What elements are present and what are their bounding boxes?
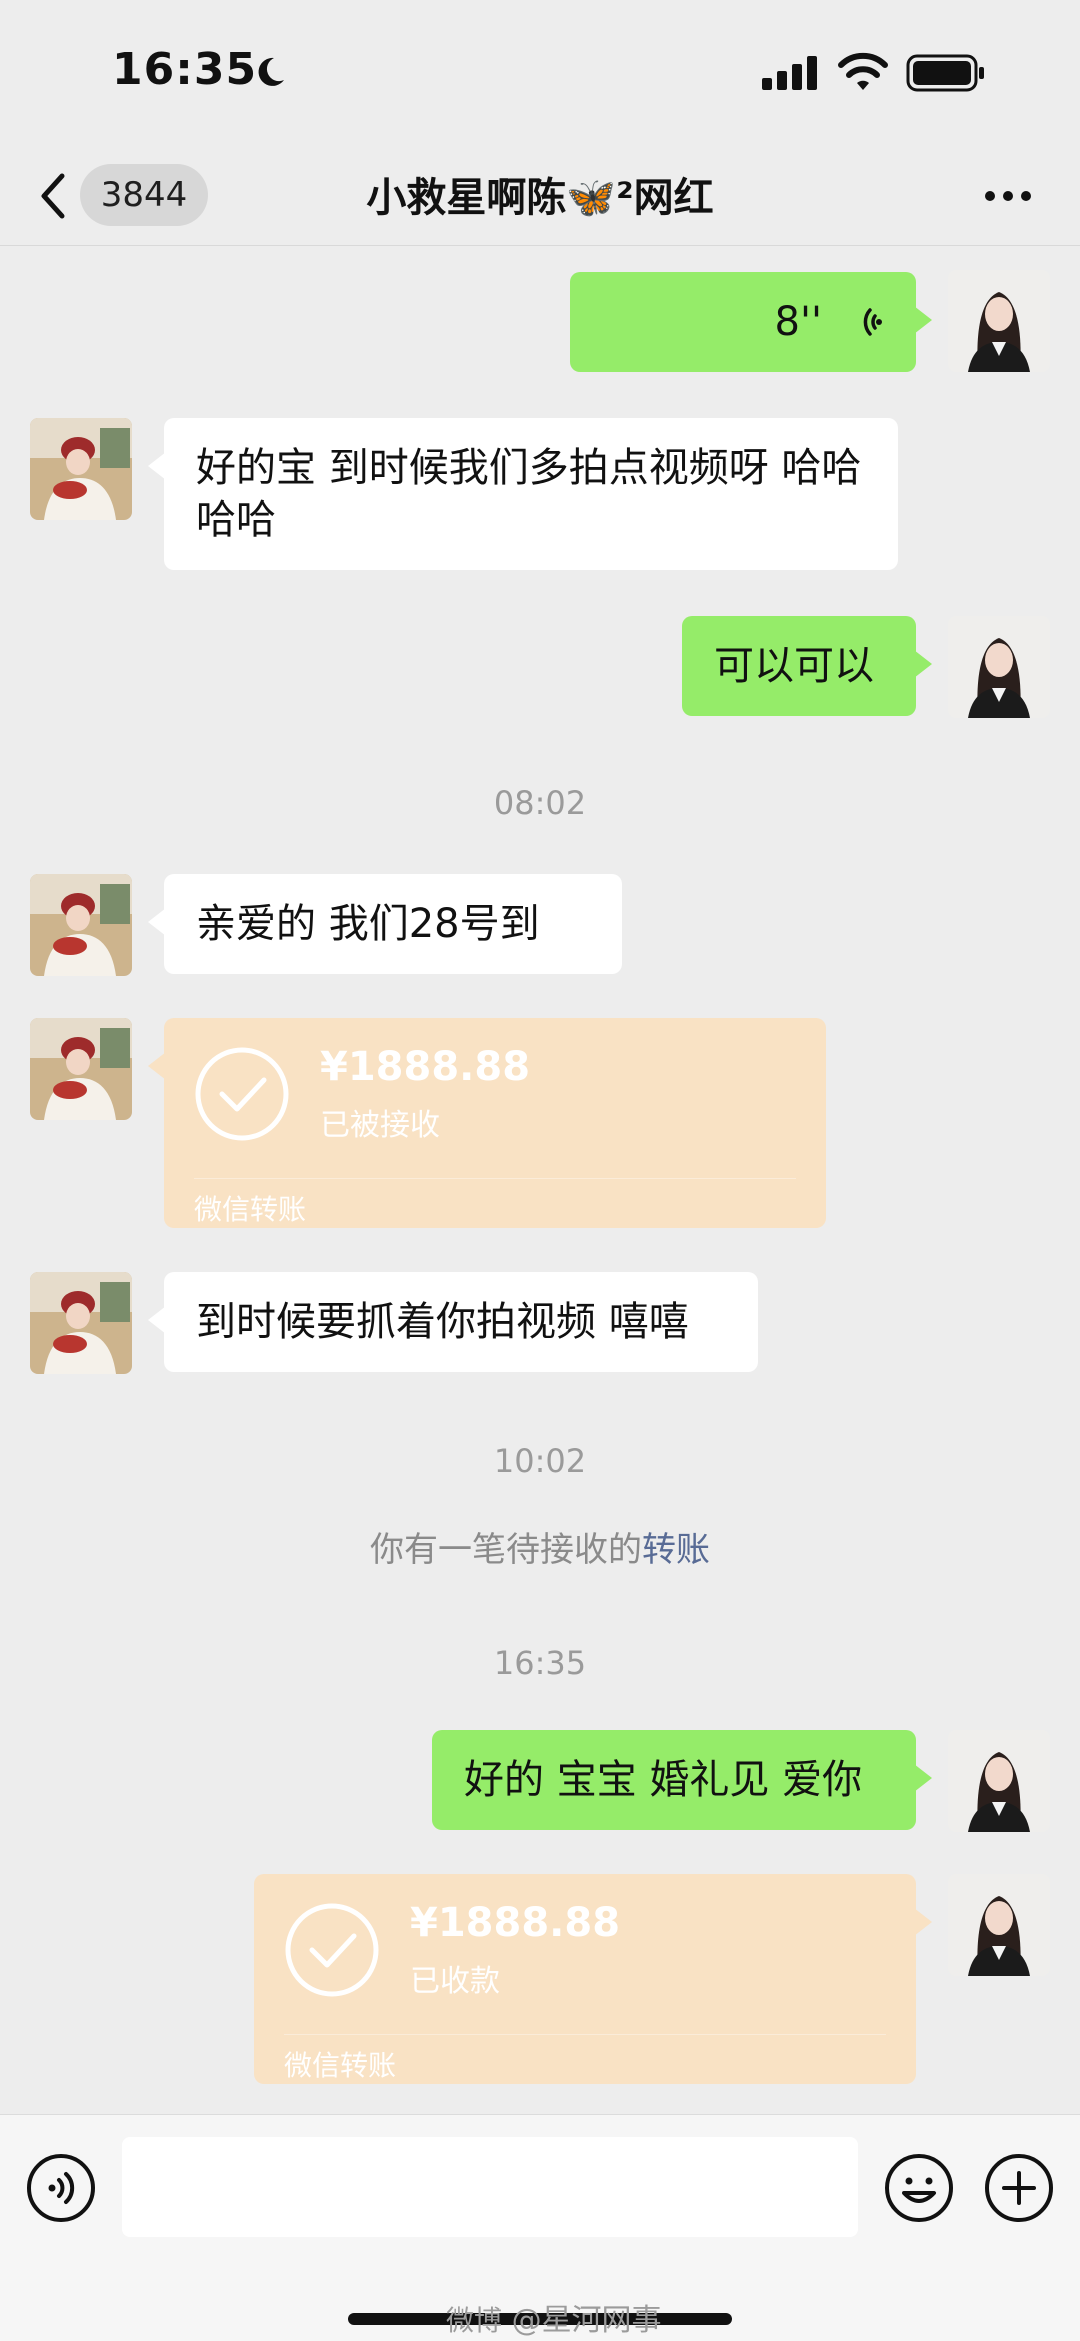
status-time: 16:35	[112, 44, 258, 95]
voice-toggle-icon[interactable]	[26, 2153, 96, 2223]
watermark: 微博 @星河网事	[446, 2295, 662, 2339]
my-avatar[interactable]	[948, 1874, 1050, 1976]
timestamp: 08:02	[493, 784, 587, 822]
moon-icon	[258, 57, 284, 86]
battery-icon	[906, 54, 984, 92]
plus-icon[interactable]	[984, 2153, 1054, 2223]
system-notice: 你有一笔待接收的转账	[0, 1522, 1080, 1571]
status-bar: 16:35	[0, 0, 1080, 150]
input-bar: 微博 @星河网事	[0, 2114, 1080, 2341]
transfer-link[interactable]: 转账	[642, 1530, 710, 1570]
contact-avatar[interactable]	[30, 418, 132, 520]
contact-avatar[interactable]	[30, 874, 132, 976]
my-avatar[interactable]	[948, 270, 1050, 372]
timestamp: 16:35	[493, 1644, 587, 1682]
contact-avatar[interactable]	[30, 1272, 132, 1374]
voice-wave-icon	[863, 308, 882, 336]
transfer-card[interactable]: ¥1888.88 已被接收 微信转账	[148, 1018, 826, 1228]
contact-avatar[interactable]	[30, 1018, 132, 1120]
my-avatar[interactable]	[948, 1730, 1050, 1832]
message-bubble[interactable]: 亲爱的 我们28号到	[148, 874, 622, 974]
transfer-card[interactable]: ¥1888.88 已收款 微信转账	[254, 1874, 932, 2084]
message-bubble[interactable]: 到时候要抓着你拍视频 嘻嘻	[148, 1272, 758, 1372]
back-icon[interactable]	[36, 168, 72, 224]
weibo-logo: 微博	[446, 2304, 503, 2337]
system-notice-text: 你有一笔待接收的	[370, 1530, 642, 1570]
unread-count-badge[interactable]: 3844	[80, 164, 208, 226]
transfer-label: 微信转账	[194, 1193, 307, 1226]
transfer-divider	[194, 1178, 796, 1179]
transfer-label: 微信转账	[284, 2049, 397, 2082]
voice-message-bubble[interactable]: 8''	[570, 272, 932, 372]
transfer-divider	[284, 2034, 886, 2035]
transfer-amount: ¥1888.88	[410, 1900, 621, 1946]
message-bubble[interactable]: 好的宝 到时候我们多拍点视频呀 哈哈哈哈	[148, 418, 898, 570]
signal-icon	[762, 56, 817, 90]
transfer-status: 已被接收	[320, 1108, 440, 1143]
watermark-text: @星河网事	[511, 2303, 662, 2338]
message-bubble[interactable]: 可以可以	[682, 616, 932, 716]
chat-header: 3844 小救星啊陈🦋²网红	[0, 150, 1080, 246]
message-bubble[interactable]: 好的 宝宝 婚礼见 爱你	[432, 1730, 932, 1830]
transfer-amount: ¥1888.88	[320, 1044, 531, 1090]
check-icon	[195, 1047, 289, 1141]
check-icon	[285, 1903, 379, 1997]
more-icon[interactable]	[980, 176, 1036, 216]
emoji-icon[interactable]	[884, 2153, 954, 2223]
message-input[interactable]	[122, 2137, 858, 2237]
transfer-status: 已收款	[410, 1964, 500, 1999]
wifi-icon	[838, 52, 888, 90]
my-avatar[interactable]	[948, 616, 1050, 718]
chat-title: 小救星啊陈🦋²网红	[366, 175, 714, 221]
voice-duration: 8''	[774, 299, 822, 345]
timestamp: 10:02	[493, 1442, 587, 1480]
